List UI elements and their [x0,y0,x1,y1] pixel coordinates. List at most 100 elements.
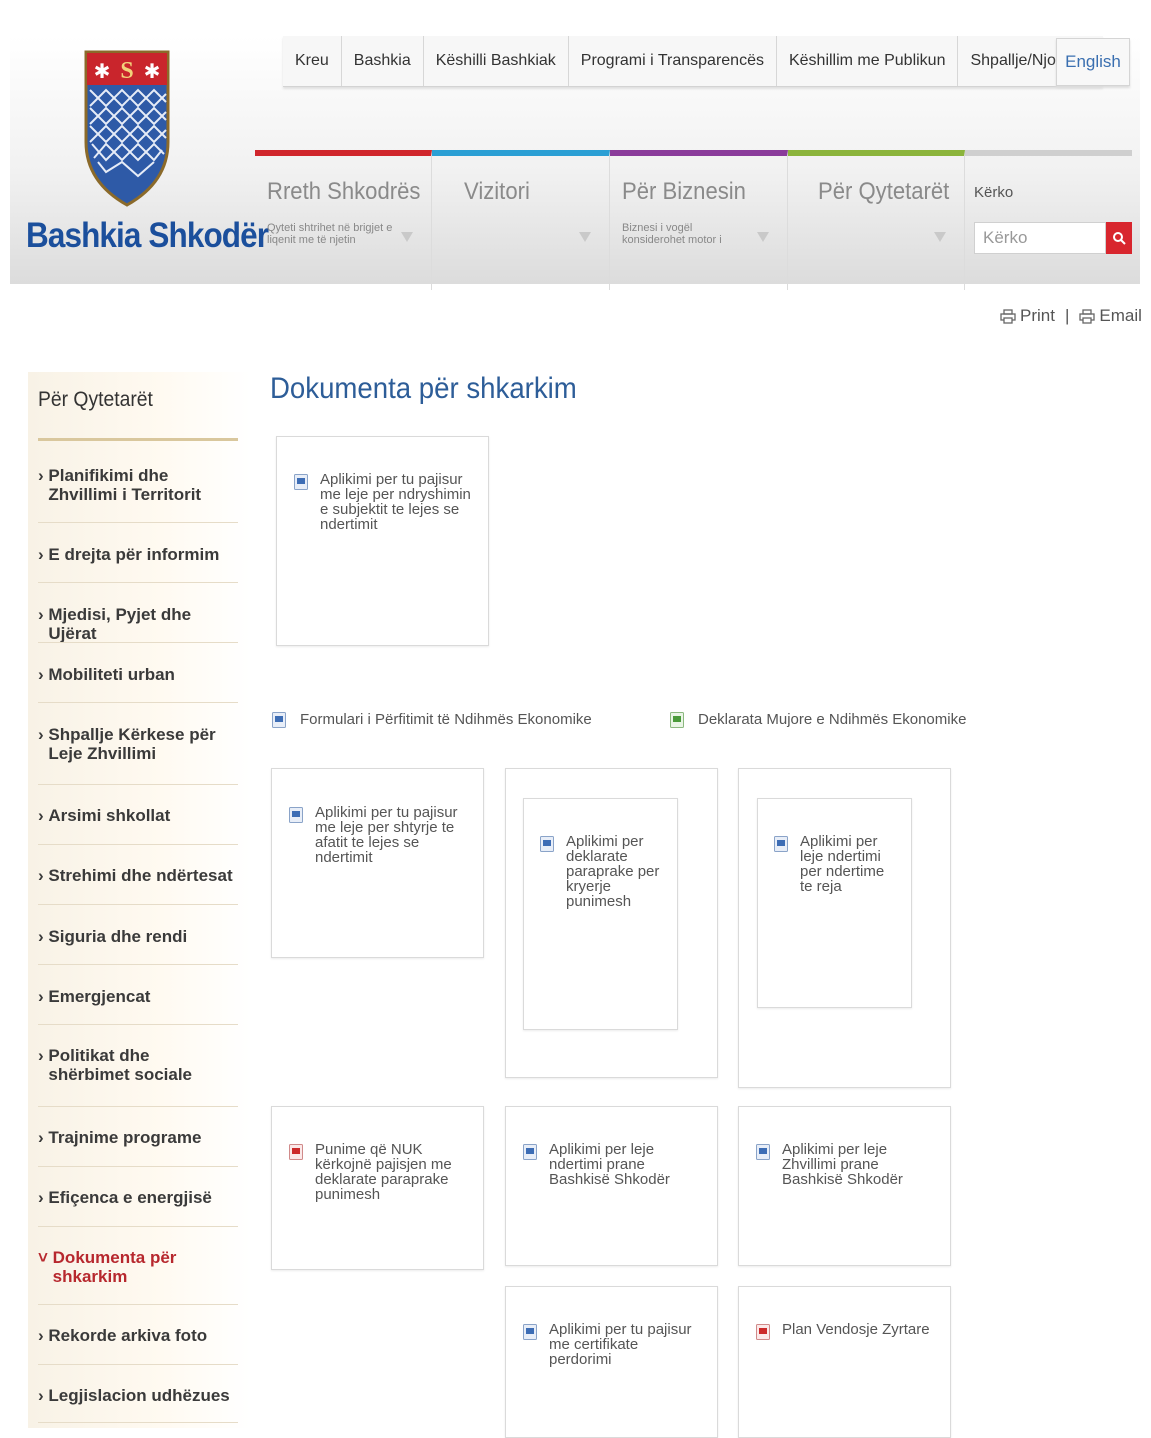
sidebar-divider [38,1166,238,1167]
document-title: Formulari i Përfitimit të Ndihmës Ekonom… [300,710,592,728]
document-link-link1[interactable]: Formulari i Përfitimit të Ndihmës Ekonom… [272,710,592,728]
nav-subtitle: Qyteti shtrihet në brigjet e liqenit me … [267,222,393,246]
sidebar-divider [38,1024,238,1025]
pdf-doc-icon [756,1324,770,1340]
nav-search-bar-top [965,150,1132,156]
sidebar-item-label: Legjislacion udhëzues [48,1386,230,1405]
nav-title: Vizitori [464,178,530,205]
page-utilities: Print | Email [1000,306,1142,326]
sidebar-item-mjedisi[interactable]: › Mjedisi, Pyjet dhe Ujërat [38,605,238,643]
word-doc-icon [294,474,308,490]
document-link-doc2[interactable]: Aplikimi per tu pajisur me leje per shty… [289,805,469,865]
chevron-down-icon [934,232,946,242]
document-link-doc6[interactable]: Aplikimi per leje ndertimi prane Bashkis… [523,1142,703,1187]
print-label: Print [1020,306,1055,325]
search-icon [1113,232,1126,245]
document-link-doc8[interactable]: Aplikimi per tu pajisur me certifikate p… [523,1322,703,1367]
document-title: Aplikimi per leje Zhvillimi prane Bashki… [782,1141,903,1188]
word-doc-icon [289,807,303,823]
document-title: Plan Vendosje Zyrtare [782,1321,930,1338]
sidebar-item-mobiliteti[interactable]: › Mobiliteti urban [38,665,238,684]
sidebar-divider [38,1106,238,1107]
nav-per-qytetaret[interactable]: Për Qytetarët [788,150,965,290]
document-card [276,436,489,646]
top-menu-item-consultation[interactable]: Këshillim me Publikun [777,36,959,86]
chevron-down-icon [579,232,591,242]
chevron-right-icon: › [38,665,49,684]
chevron-right-icon: › [38,866,49,885]
chevron-right-icon: › [38,987,49,1006]
search-input[interactable]: Kërko [974,222,1106,254]
print-link[interactable]: Print [1000,306,1055,326]
sidebar-item-eficenca[interactable]: › Efiçenca e energjisë [38,1188,238,1207]
sidebar-item-trajnime[interactable]: › Trajnime programe [38,1128,238,1147]
printer-icon [1079,308,1096,324]
utils-separator: | [1064,306,1070,325]
word-doc-icon [756,1144,770,1160]
sidebar-item-emergjencat[interactable]: › Emergjencat [38,987,238,1006]
sidebar-item-siguria[interactable]: › Siguria dhe rendi [38,927,238,946]
svg-text:S: S [120,58,133,84]
english-language-button[interactable]: English [1056,38,1130,86]
document-title: Aplikimi per leje ndertimi per ndertime … [800,833,885,895]
sidebar-divider [38,1304,238,1305]
document-link-doc5[interactable]: Punime që NUK kërkojnë pajisjen me dekla… [289,1142,469,1202]
document-link-link2[interactable]: Deklarata Mujore e Ndihmës Ekonomike [670,710,966,728]
chevron-right-icon: › [38,466,49,485]
sidebar-divider [38,522,238,523]
document-card [738,1286,951,1438]
top-menu-item-bashkia[interactable]: Bashkia [342,36,424,86]
sidebar-title: Për Qytetarët [38,388,153,411]
logo-text: Bashkia Shkodër [26,216,269,255]
sidebar-divider [38,844,238,845]
top-menu-item-transparency[interactable]: Programi i Transparencës [569,36,777,86]
pdf-doc-icon [289,1144,303,1160]
sidebar-divider [38,1226,238,1227]
document-link-doc4[interactable]: Aplikimi per leje ndertimi per ndertime … [774,834,899,894]
document-link-doc9[interactable]: Plan Vendosje Zyrtare [756,1322,936,1340]
search-button[interactable] [1106,222,1132,254]
document-link-doc7[interactable]: Aplikimi per leje Zhvillimi prane Bashki… [756,1142,936,1187]
top-menu-item-kreu[interactable]: Kreu [283,36,342,86]
sidebar-divider [38,1422,238,1423]
sidebar-item-dokumenta[interactable]: ˅ Dokumenta për shkarkim [38,1248,238,1286]
sidebar-item-label: Arsimi shkollat [48,806,171,825]
chevron-down-icon [401,232,413,242]
sidebar-item-label: Mobiliteti urban [48,665,175,684]
sidebar-item-politikat[interactable]: › Politikat dhe shërbimet sociale [38,1046,238,1084]
nav-title: Për Qytetarët [818,178,950,205]
chevron-right-icon: › [38,725,49,744]
sidebar-divider [38,964,238,965]
nav-rreth-shkodres[interactable]: Rreth Shkodrës Qyteti shtrihet në brigje… [255,150,432,290]
sidebar-item-label: Politikat dhe shërbimet sociale [48,1046,193,1084]
chevron-right-icon: › [38,1128,49,1147]
excel-doc-icon [670,712,684,728]
document-link-doc3[interactable]: Aplikimi per deklarate paraprake per kry… [540,834,665,909]
sidebar-divider [38,702,238,703]
svg-text:✱: ✱ [144,59,161,83]
document-link-doc1[interactable]: Aplikimi per tu pajisur me leje per ndry… [294,472,474,532]
sidebar-item-arsimi[interactable]: › Arsimi shkollat [38,806,238,825]
sidebar-item-rekorde[interactable]: › Rekorde arkiva foto [38,1326,238,1345]
sidebar-item-legjislacion[interactable]: › Legjislacion udhëzues [38,1386,238,1405]
nav-vizitori[interactable]: Vizitori [432,150,610,290]
sidebar-item-strehimi[interactable]: › Strehimi dhe ndërtesat [38,866,238,885]
chevron-right-icon: › [38,1326,49,1345]
word-doc-icon [272,712,286,728]
chevron-right-icon: › [38,1046,49,1065]
word-doc-icon [540,836,554,852]
sidebar-item-planifikimi[interactable]: › Planifikimi dhe Zhvillimi i Territorit [38,466,238,504]
top-menu-item-keshilli[interactable]: Këshilli Bashkiak [424,36,569,86]
email-link[interactable]: Email [1079,306,1142,326]
sidebar-item-informim[interactable]: › E drejta për informim [38,545,238,564]
nav-per-biznesin[interactable]: Për Biznesin Biznesi i vogël konsiderohe… [610,150,788,290]
chevron-down-icon [757,232,769,242]
sidebar-item-label: Planifikimi dhe Zhvillimi i Territorit [48,466,202,504]
word-doc-icon [523,1324,537,1340]
chevron-down-icon: ˅ [38,1248,53,1267]
nav-title: Për Biznesin [622,178,746,205]
printer-icon [1000,308,1016,324]
sidebar-item-shpallje[interactable]: › Shpallje Kërkese për Leje Zhvillimi [38,725,238,763]
sidebar-divider [38,642,238,643]
document-title: Aplikimi per tu pajisur me certifikate p… [549,1321,692,1368]
